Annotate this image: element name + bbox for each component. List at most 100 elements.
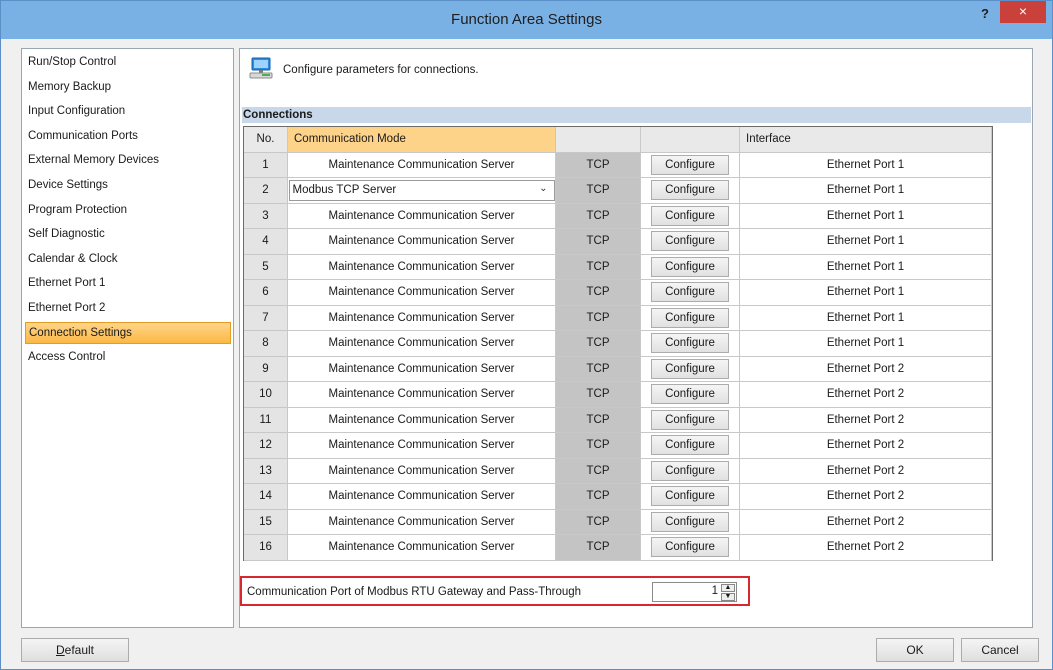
communication-mode-cell[interactable]: Modbus TCP Server ⌄ xyxy=(288,178,556,204)
sidebar-item-communication-ports[interactable]: Communication Ports xyxy=(25,125,231,147)
communication-mode-cell[interactable]: Maintenance Communication Server xyxy=(288,356,556,382)
communication-mode-cell[interactable]: Maintenance Communication Server xyxy=(288,305,556,331)
sidebar: Run/Stop Control Memory Backup Input Confi… xyxy=(21,48,234,628)
interface-cell: Ethernet Port 2 xyxy=(740,509,992,535)
table-row: 14 Maintenance Communication Server TCP Con… xyxy=(244,484,992,510)
network-connection-icon xyxy=(248,57,274,81)
column-header-interface: Interface xyxy=(740,127,992,153)
sidebar-item-external-memory-devices[interactable]: External Memory Devices xyxy=(25,149,231,171)
sidebar-item-device-settings[interactable]: Device Settings xyxy=(25,174,231,196)
communication-mode-select[interactable]: Modbus TCP Server ⌄ xyxy=(288,179,555,201)
communication-mode-value: Maintenance Communication Server xyxy=(328,286,515,299)
configure-button[interactable]: Configure xyxy=(651,537,729,558)
help-button[interactable]: ? xyxy=(974,5,996,25)
spin-up-icon[interactable]: ▲ xyxy=(721,584,735,592)
protocol-cell: TCP xyxy=(556,458,641,484)
communication-mode-value: Maintenance Communication Server xyxy=(328,464,515,477)
communication-mode-cell[interactable]: Maintenance Communication Server xyxy=(288,382,556,408)
communication-mode-value: Maintenance Communication Server xyxy=(328,158,515,171)
configure-button[interactable]: Configure xyxy=(651,231,729,252)
communication-mode-cell[interactable]: Maintenance Communication Server xyxy=(288,484,556,510)
table-row: 16 Maintenance Communication Server TCP Con… xyxy=(244,535,992,561)
configure-button[interactable]: Configure xyxy=(651,486,729,507)
row-number: 6 xyxy=(244,280,288,306)
communication-mode-cell[interactable]: Maintenance Communication Server xyxy=(288,535,556,561)
configure-cell: Configure xyxy=(641,229,740,255)
communication-mode-cell[interactable]: Maintenance Communication Server xyxy=(288,331,556,357)
configure-button[interactable]: Configure xyxy=(651,384,729,405)
interface-cell: Ethernet Port 2 xyxy=(740,356,992,382)
sidebar-item-run-stop-control[interactable]: Run/Stop Control xyxy=(25,51,231,73)
table-row: 4 Maintenance Communication Server TCP Conf… xyxy=(244,229,992,255)
sidebar-item-program-protection[interactable]: Program Protection xyxy=(25,199,231,221)
row-number: 9 xyxy=(244,356,288,382)
communication-mode-value: Maintenance Communication Server xyxy=(328,490,515,503)
configure-button[interactable]: Configure xyxy=(651,154,729,175)
close-button[interactable]: × xyxy=(1000,1,1046,23)
interface-cell: Ethernet Port 2 xyxy=(740,382,992,408)
configure-cell: Configure xyxy=(641,203,740,229)
configure-button[interactable]: Configure xyxy=(651,205,729,226)
sidebar-item-memory-backup[interactable]: Memory Backup xyxy=(25,76,231,98)
spin-down-icon[interactable]: ▼ xyxy=(721,593,735,601)
protocol-cell: TCP xyxy=(556,152,641,178)
interface-cell: Ethernet Port 1 xyxy=(740,280,992,306)
table-row: 5 Maintenance Communication Server TCP Conf… xyxy=(244,254,992,280)
sidebar-item-self-diagnostic[interactable]: Self Diagnostic xyxy=(25,223,231,245)
communication-mode-cell[interactable]: Maintenance Communication Server xyxy=(288,229,556,255)
connections-section-title: Connections xyxy=(242,107,1031,123)
configure-button[interactable]: Configure xyxy=(651,460,729,481)
protocol-cell: TCP xyxy=(556,331,641,357)
interface-cell: Ethernet Port 1 xyxy=(740,254,992,280)
table-row: 10 Maintenance Communication Server TCP Con… xyxy=(244,382,992,408)
sidebar-item-input-configuration[interactable]: Input Configuration xyxy=(25,100,231,122)
configure-cell: Configure xyxy=(641,535,740,561)
sidebar-item-ethernet-port-1[interactable]: Ethernet Port 1 xyxy=(25,272,231,294)
communication-mode-cell[interactable]: Maintenance Communication Server xyxy=(288,203,556,229)
configure-button[interactable]: Configure xyxy=(651,409,729,430)
row-number: 16 xyxy=(244,535,288,561)
default-button-mnemonic: D xyxy=(55,643,65,657)
configure-button[interactable]: Configure xyxy=(651,307,729,328)
configure-button[interactable]: Configure xyxy=(651,358,729,379)
gateway-port-spinner[interactable]: 1 ▲ ▼ xyxy=(652,582,737,602)
communication-mode-cell[interactable]: Maintenance Communication Server xyxy=(288,433,556,459)
gateway-port-value: 1 xyxy=(711,585,718,597)
table-row: 9 Maintenance Communication Server TCP Conf… xyxy=(244,356,992,382)
configure-button[interactable]: Configure xyxy=(651,333,729,354)
interface-cell: Ethernet Port 1 xyxy=(740,203,992,229)
configure-button[interactable]: Configure xyxy=(651,511,729,532)
cancel-button[interactable]: Cancel xyxy=(961,638,1039,662)
communication-mode-cell[interactable]: Maintenance Communication Server xyxy=(288,254,556,280)
column-header-configure xyxy=(641,127,740,153)
communication-mode-cell[interactable]: Maintenance Communication Server xyxy=(288,407,556,433)
protocol-cell: TCP xyxy=(556,509,641,535)
sidebar-item-connection-settings[interactable]: Connection Settings xyxy=(25,321,231,344)
sidebar-item-calendar-clock[interactable]: Calendar & Clock xyxy=(25,248,231,270)
configure-cell: Configure xyxy=(641,458,740,484)
table-row: 12 Maintenance Communication Server TCP Con… xyxy=(244,433,992,459)
chevron-down-icon[interactable]: ⌄ xyxy=(539,183,547,194)
protocol-cell: TCP xyxy=(556,535,641,561)
configure-button[interactable]: Configure xyxy=(651,435,729,456)
communication-mode-value: Maintenance Communication Server xyxy=(328,260,515,273)
table-row: 7 Maintenance Communication Server TCP Conf… xyxy=(244,305,992,331)
configure-button[interactable]: Configure xyxy=(651,180,729,201)
configure-button[interactable]: Configure xyxy=(651,256,729,277)
configure-cell: Configure xyxy=(641,254,740,280)
table-row: 2 Modbus TCP Server ⌄ TCP Configure Ethernet … xyxy=(244,178,992,204)
protocol-cell: TCP xyxy=(556,382,641,408)
communication-mode-cell[interactable]: Maintenance Communication Server xyxy=(288,458,556,484)
title-bar: Function Area Settings ? × xyxy=(1,1,1052,39)
sidebar-item-access-control[interactable]: Access Control xyxy=(25,346,231,368)
row-number: 11 xyxy=(244,407,288,433)
interface-cell: Ethernet Port 2 xyxy=(740,433,992,459)
sidebar-item-ethernet-port-2[interactable]: Ethernet Port 2 xyxy=(25,297,231,319)
communication-mode-cell[interactable]: Maintenance Communication Server xyxy=(288,509,556,535)
communication-mode-cell[interactable]: Maintenance Communication Server xyxy=(288,280,556,306)
configure-button[interactable]: Configure xyxy=(651,282,729,303)
default-button[interactable]: Default xyxy=(21,638,129,662)
communication-mode-cell[interactable]: Maintenance Communication Server xyxy=(288,152,556,178)
interface-cell: Ethernet Port 1 xyxy=(740,331,992,357)
ok-button[interactable]: OK xyxy=(876,638,954,662)
